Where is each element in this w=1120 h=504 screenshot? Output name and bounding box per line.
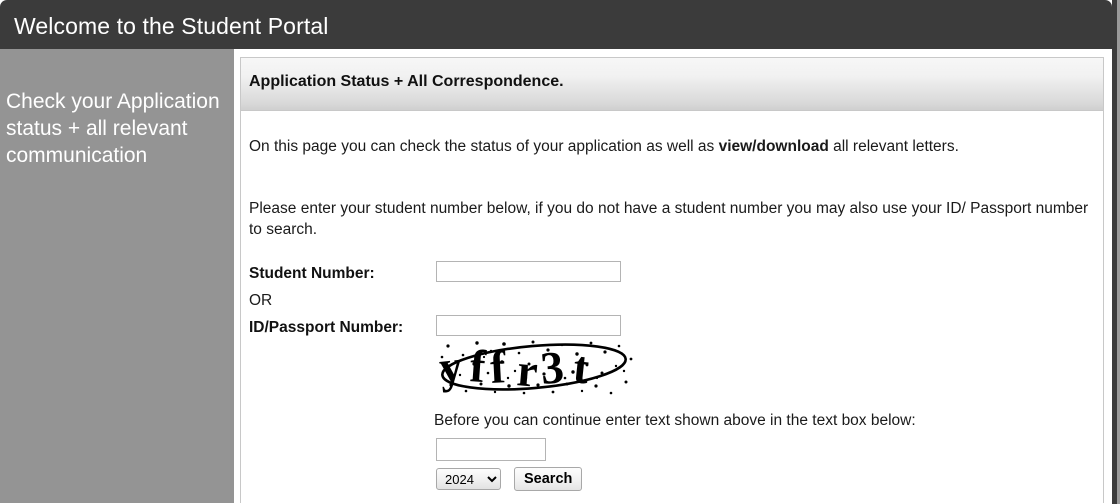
page-body: Check your Application status + all rele… — [0, 49, 1112, 504]
page-title: Welcome to the Student Portal — [14, 13, 329, 39]
panel-header-title: Application Status + All Correspondence. — [249, 73, 564, 90]
intro-paragraph: On this page you can check the status of… — [249, 136, 1089, 157]
sidebar-heading: Check your Application status + all rele… — [6, 90, 220, 167]
sidebar: Check your Application status + all rele… — [0, 49, 234, 504]
student-portal-page: Welcome to the Student Portal Check your… — [0, 0, 1120, 504]
content-panel: Application Status + All Correspondence.… — [240, 57, 1104, 504]
or-separator-label: OR — [249, 292, 273, 309]
window-frame-right — [1112, 0, 1120, 504]
captcha-instruction-label: Before you can continue enter text shown… — [434, 412, 916, 429]
captcha-input[interactable] — [436, 438, 546, 461]
intro-text-before: On this page you can check the status of… — [249, 138, 719, 155]
captcha-image: y f f r 3 t — [436, 337, 638, 399]
portal-header-bar: Welcome to the Student Portal — [0, 0, 1112, 49]
id-passport-label: ID/Passport Number: — [249, 319, 404, 336]
panel-header: Application Status + All Correspondence. — [241, 58, 1103, 111]
student-number-label: Student Number: — [249, 265, 375, 282]
intro-text-emphasis: view/download — [718, 138, 829, 155]
intro-text-after: all relevant letters. — [828, 138, 959, 155]
instructions-paragraph: Please enter your student number below, … — [249, 200, 1089, 238]
year-select[interactable]: 2024 — [436, 468, 501, 490]
search-button[interactable]: Search — [514, 467, 583, 491]
id-passport-input[interactable] — [436, 315, 621, 336]
student-number-input[interactable] — [436, 261, 621, 282]
